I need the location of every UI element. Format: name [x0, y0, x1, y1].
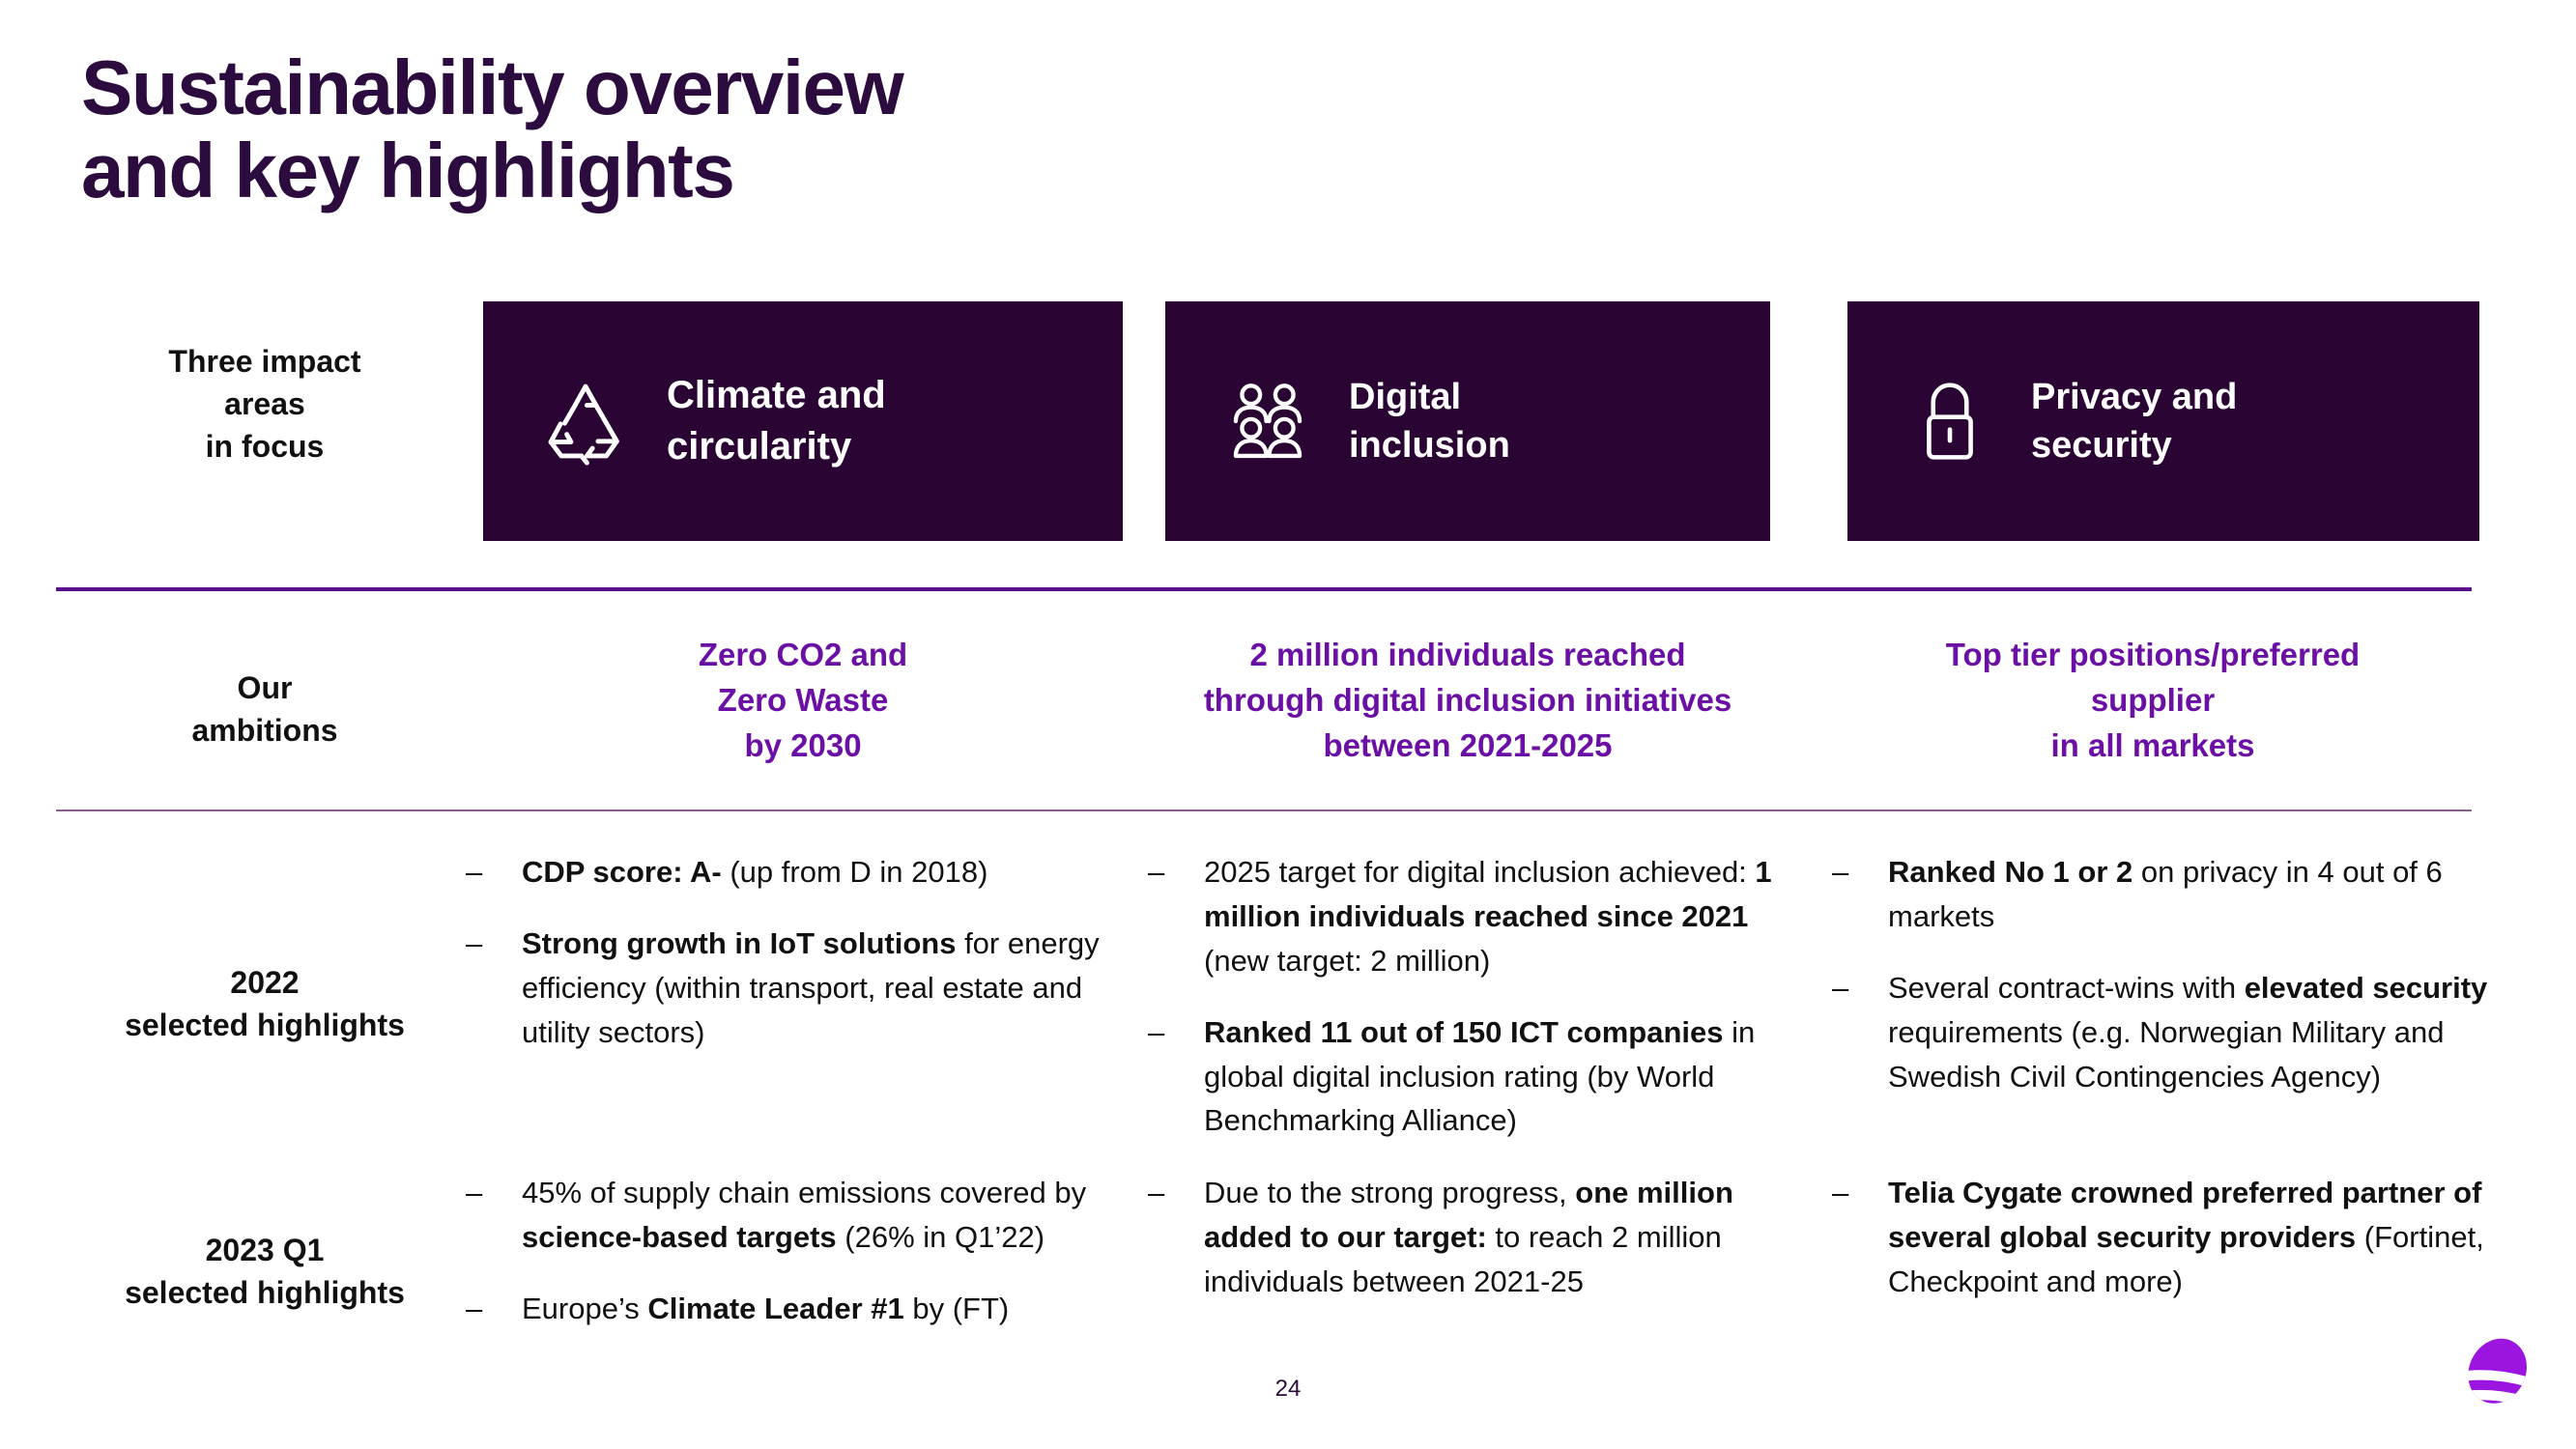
page-number: 24	[1274, 1376, 1302, 1402]
highlight-bullet: – CDP score: A- (up from D in 2018)	[466, 850, 1123, 895]
highlights-2023-column-privacy: – Telia Cygate crowned preferred partner …	[1832, 1171, 2489, 1304]
people-group-icon	[1223, 377, 1312, 466]
ambition-privacy-security: Top tier positions/preferred supplier in…	[1945, 637, 2361, 763]
highlight-bullet: – Europe’s Climate Leader #1 by (FT)	[466, 1287, 1123, 1331]
highlight-bullet-text: Strong growth in IoT solutions for energ…	[522, 925, 1100, 1049]
bullet-dash-icon: –	[1832, 1176, 1849, 1209]
highlight-bullet: – Several contract-wins with elevated sec…	[1832, 966, 2489, 1099]
highlights-2022-column-climate: – CDP score: A- (up from D in 2018) – Stron…	[466, 850, 1123, 1055]
highlight-bullet-text: Due to the strong progress, one million …	[1204, 1176, 1733, 1298]
impact-card-title: Digital inclusion	[1349, 376, 1510, 466]
highlight-bullet: – Telia Cygate crowned preferred partner …	[1832, 1171, 2489, 1304]
highlights-2022-row: 2022 selected highlights – CDP score: A- …	[0, 850, 2576, 1140]
bullet-dash-icon: –	[1148, 1014, 1165, 1049]
bullet-dash-icon: –	[1832, 970, 1849, 1005]
highlights-2022-column-privacy: – Ranked No 1 or 2 on privacy in 4 out of…	[1832, 850, 2489, 1098]
highlight-bullet: – 45% of supply chain emissions covered b…	[466, 1171, 1123, 1260]
impact-card-title: Climate and circularity	[667, 374, 886, 468]
bullet-dash-icon: –	[466, 855, 483, 889]
ambitions-row: Our ambitions Zero CO2 and Zero Waste by…	[0, 633, 2576, 797]
highlights-2023-row-label: 2023 Q1 selected highlights	[125, 1233, 405, 1311]
impact-card-title: Privacy and security	[2031, 376, 2238, 466]
recycle-icon	[541, 377, 630, 466]
highlight-bullet-text: Ranked 11 out of 150 ICT companies in gl…	[1204, 1014, 1756, 1138]
telia-logo	[2454, 1331, 2537, 1414]
highlight-bullet-text: 2025 target for digital inclusion achiev…	[1204, 855, 1772, 978]
highlight-bullet: – Ranked 11 out of 150 ICT companies in g…	[1148, 1010, 1789, 1144]
lock-icon	[1905, 377, 1994, 466]
bullet-dash-icon: –	[1148, 1176, 1165, 1209]
highlights-2023-column-digital: – Due to the strong progress, one million…	[1148, 1171, 1789, 1304]
bullet-dash-icon: –	[466, 1176, 483, 1209]
highlight-bullet-text: Several contract-wins with elevated secu…	[1888, 970, 2488, 1094]
highlights-2023-column-climate: – 45% of supply chain emissions covered b…	[466, 1171, 1123, 1331]
highlight-bullet: – Due to the strong progress, one million…	[1148, 1171, 1789, 1304]
highlight-bullet: – 2025 target for digital inclusion achie…	[1148, 850, 1789, 983]
page-title: Sustainability overview and key highligh…	[81, 44, 904, 214]
ambition-climate: Zero CO2 and Zero Waste by 2030	[698, 637, 908, 763]
highlight-bullet-text: 45% of supply chain emissions covered by…	[522, 1176, 1087, 1254]
highlight-bullet: – Ranked No 1 or 2 on privacy in 4 out of…	[1832, 850, 2489, 939]
impact-card-climate-and-circularity[interactable]: Climate and circularity	[483, 301, 1123, 541]
highlight-bullet-text: Ranked No 1 or 2 on privacy in 4 out of …	[1888, 855, 2443, 933]
bullet-dash-icon: –	[1148, 855, 1165, 889]
bullet-dash-icon: –	[466, 1291, 483, 1325]
impact-card-digital-inclusion[interactable]: Digital inclusion	[1165, 301, 1770, 541]
impact-card-privacy-and-security[interactable]: Privacy and security	[1847, 301, 2479, 541]
bullet-dash-icon: –	[466, 925, 483, 960]
highlights-2022-column-digital: – 2025 target for digital inclusion achie…	[1148, 850, 1789, 1143]
impact-areas-row-label: Three impact areas in focus	[168, 344, 361, 465]
highlight-bullet-text: Telia Cygate crowned preferred partner o…	[1888, 1176, 2484, 1298]
highlights-2022-row-label: 2022 selected highlights	[125, 965, 405, 1043]
ambitions-row-label: Our ambitions	[191, 670, 338, 749]
highlight-bullet-text: Europe’s Climate Leader #1 by (FT)	[522, 1291, 1010, 1325]
bullet-dash-icon: –	[1832, 855, 1849, 889]
divider-below-ambitions	[56, 810, 2472, 811]
highlight-bullet-text: CDP score: A- (up from D in 2018)	[522, 855, 988, 889]
ambition-digital-inclusion: 2 million individuals reached through di…	[1203, 637, 1732, 763]
impact-areas-row: Three impact areas in focus Climate and …	[0, 301, 2576, 541]
divider-above-ambitions	[56, 587, 2472, 591]
highlight-bullet: – Strong growth in IoT solutions for ener…	[466, 922, 1123, 1055]
